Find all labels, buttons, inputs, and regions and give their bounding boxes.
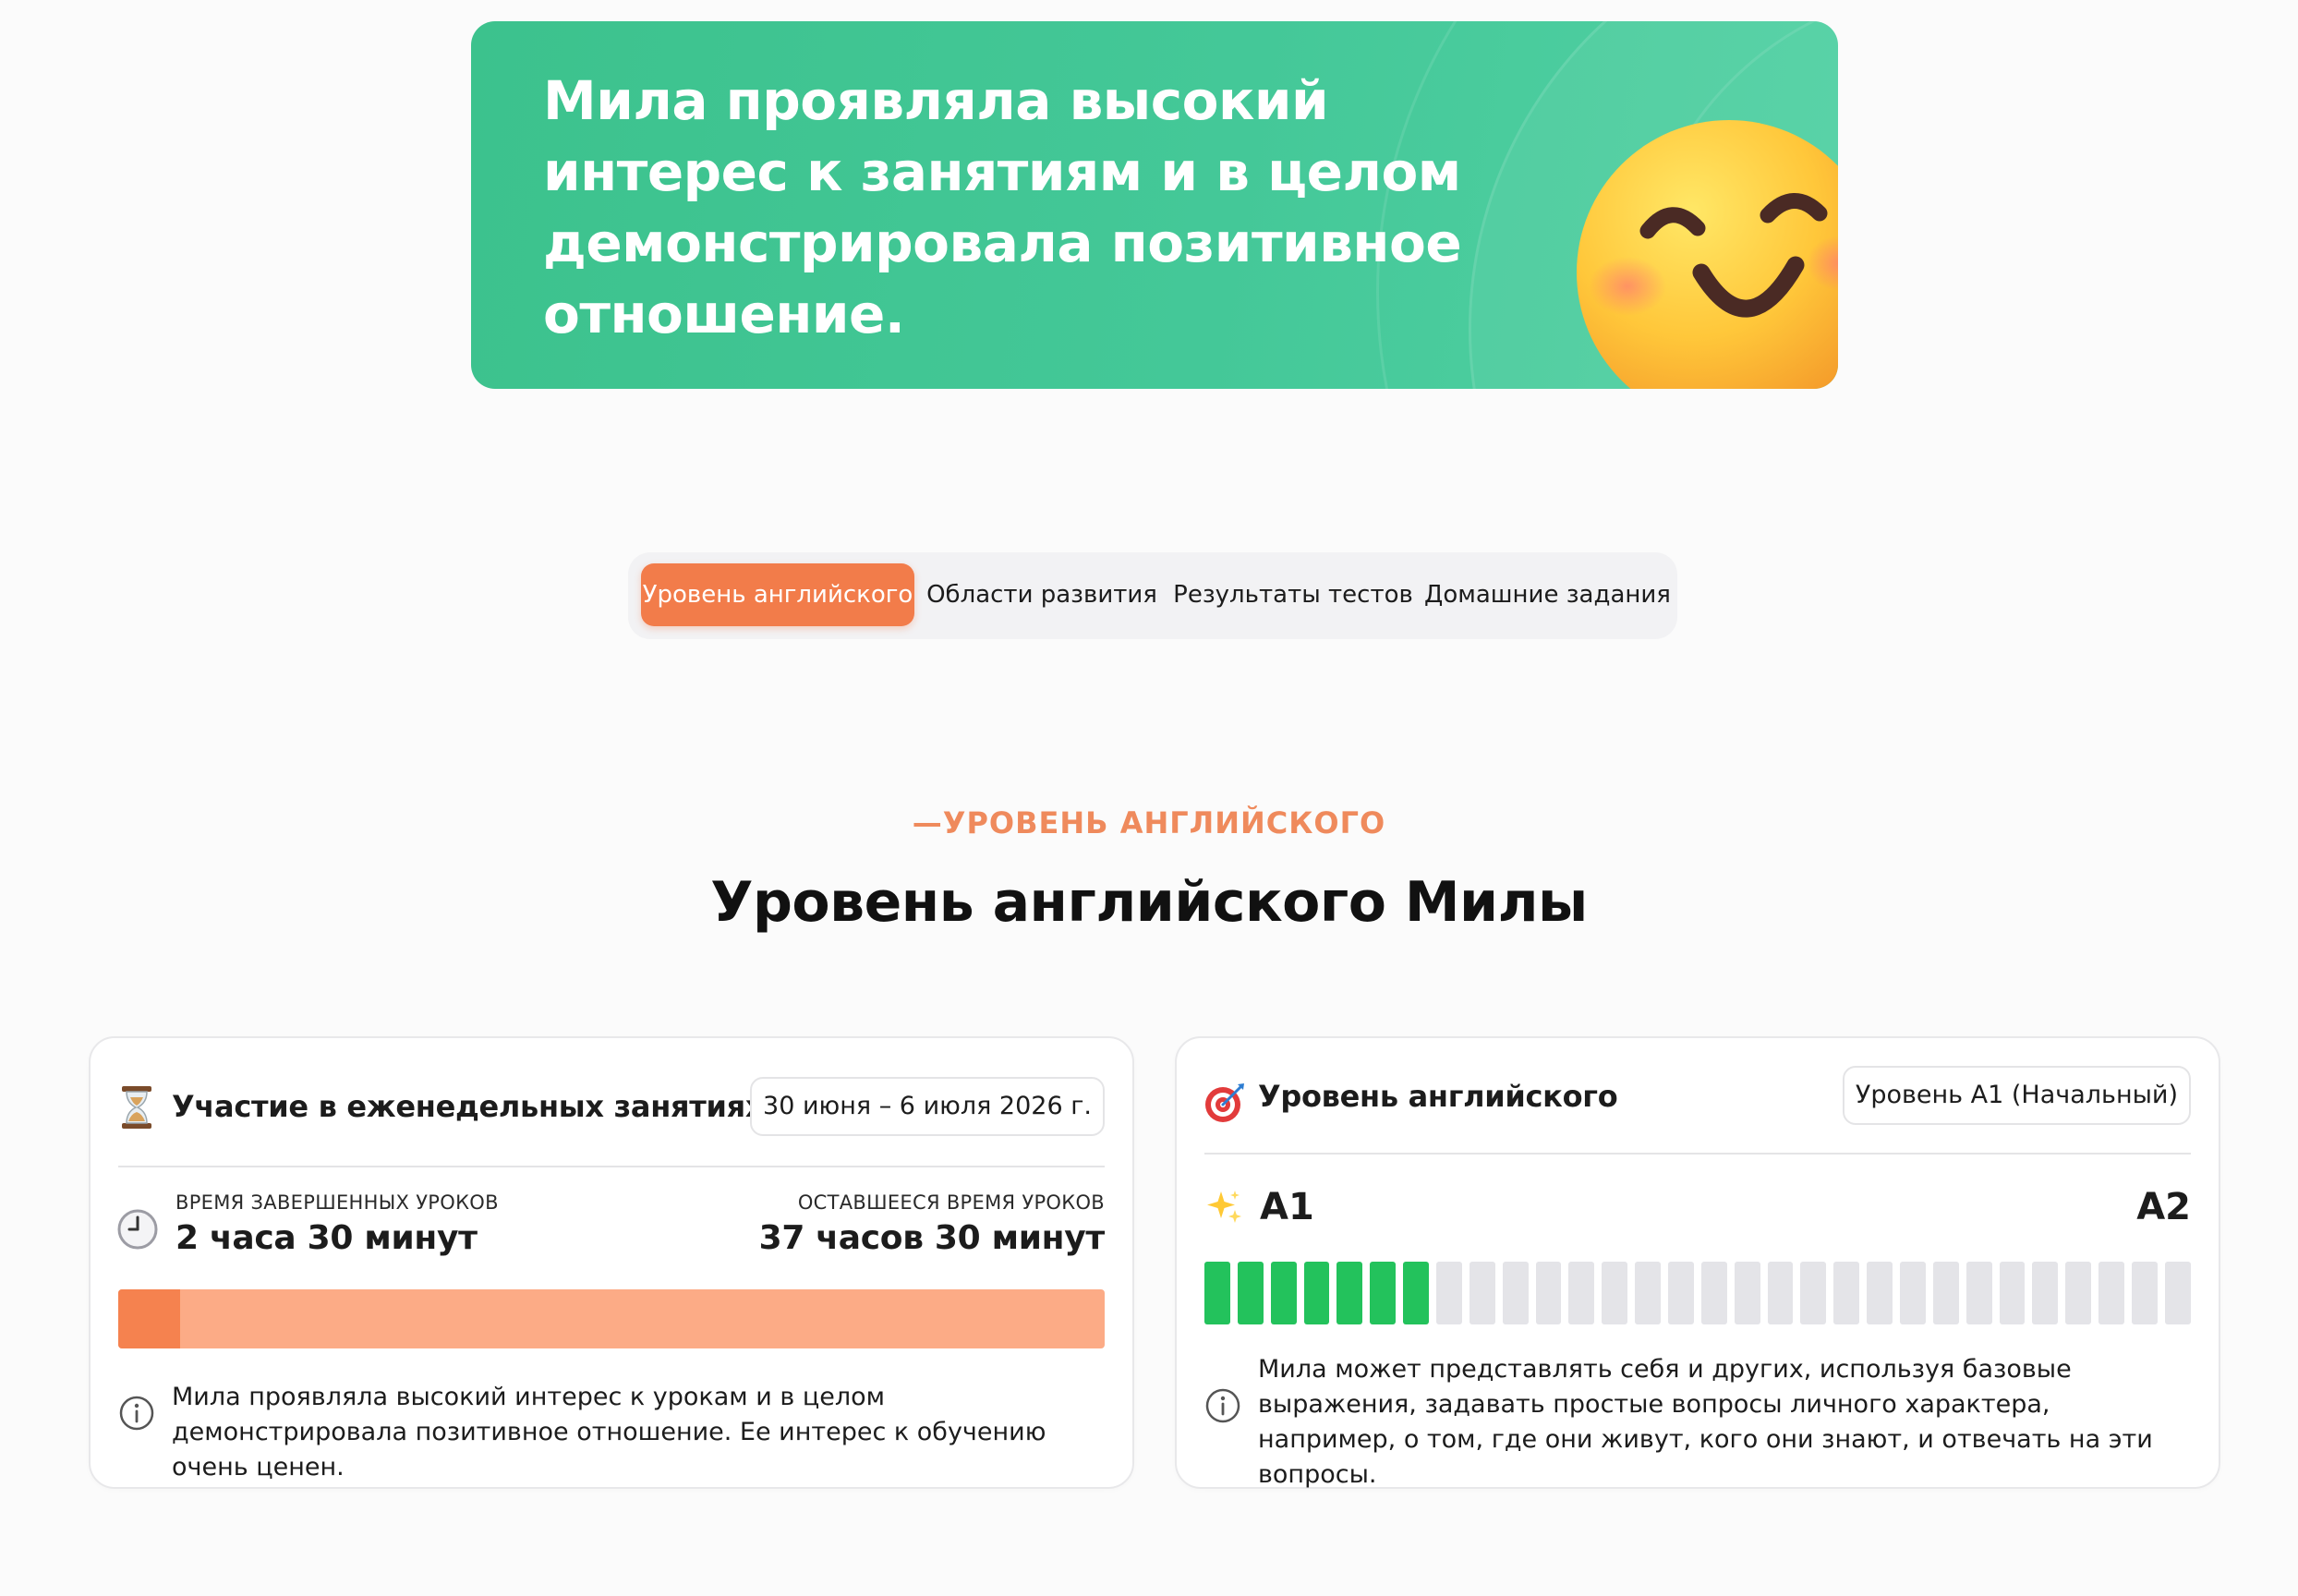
clock-icon — [117, 1209, 158, 1250]
level-segment-empty — [1436, 1262, 1462, 1324]
english-level-card: Уровень английского Уровень A1 (Начальны… — [1175, 1036, 2220, 1489]
tab-development-areas[interactable]: Области развития — [924, 563, 1160, 626]
level-segment-empty — [1900, 1262, 1926, 1324]
level-segment-empty — [1535, 1262, 1562, 1324]
info-icon — [119, 1396, 154, 1431]
hero-message: Мила проявляла высокий интерес к занятия… — [543, 69, 1462, 345]
card-divider — [118, 1166, 1105, 1167]
level-segment-empty — [1833, 1262, 1860, 1324]
level-segment-empty — [1602, 1262, 1628, 1324]
level-segment-filled — [1237, 1262, 1264, 1324]
level-segment-empty — [1668, 1262, 1694, 1324]
hero-banner: Мила проявляла высокий интерес к занятия… — [471, 21, 1838, 389]
level-badge[interactable]: Уровень A1 (Начальный) — [1842, 1066, 2191, 1125]
date-range-badge[interactable]: 30 июня – 6 июля 2026 г. — [750, 1077, 1105, 1136]
section-title: Уровень английского Милы — [710, 870, 1588, 935]
level-segment-empty — [1867, 1262, 1893, 1324]
level-segment-filled — [1204, 1262, 1230, 1324]
level-segment-filled — [1370, 1262, 1397, 1324]
progress-fill — [118, 1289, 180, 1348]
english-level-note: Мила может представлять себя и других, и… — [1258, 1355, 2153, 1489]
level-segment-empty — [1932, 1262, 1959, 1324]
level-segment-empty — [1568, 1262, 1595, 1324]
level-segment-empty — [1800, 1262, 1827, 1324]
level-segment-filled — [1403, 1262, 1430, 1324]
attendance-card: Участие в еженедельных занятиях 30 июня … — [89, 1036, 1134, 1489]
level-segment-empty — [2164, 1262, 2191, 1324]
tab-test-results[interactable]: Результаты тестов — [1173, 563, 1413, 626]
next-level-label: A2 — [2136, 1186, 2191, 1228]
level-segment-filled — [1336, 1262, 1363, 1324]
level-segment-empty — [1734, 1262, 1760, 1324]
level-segment-empty — [2098, 1262, 2125, 1324]
hourglass-icon — [122, 1086, 151, 1129]
level-segment-empty — [1502, 1262, 1529, 1324]
level-segment-empty — [1965, 1262, 1992, 1324]
section-tabs: Уровень английского Области развития Рез… — [628, 552, 1677, 639]
level-segment-empty — [2032, 1262, 2059, 1324]
level-segment-empty — [1700, 1262, 1727, 1324]
tab-english-level[interactable]: Уровень английского — [641, 563, 914, 626]
level-segment-filled — [1303, 1262, 1330, 1324]
english-level-card-title: Уровень английского — [1258, 1079, 1618, 1114]
tab-homework[interactable]: Домашние задания — [1424, 563, 1671, 626]
remaining-time-label: ОСТАВШЕЕСЯ ВРЕМЯ УРОКОВ — [797, 1191, 1105, 1214]
lesson-time-progress-bar — [118, 1289, 1105, 1348]
level-segment-filled — [1270, 1262, 1297, 1324]
level-segment-empty — [2065, 1262, 2092, 1324]
level-progress-segments — [1204, 1262, 2191, 1324]
level-segment-empty — [1999, 1262, 2026, 1324]
current-level-label: A1 — [1260, 1186, 1314, 1228]
remaining-time-value: 37 часов 30 минут — [758, 1219, 1106, 1257]
completed-time-label: ВРЕМЯ ЗАВЕРШЕННЫХ УРОКОВ — [175, 1191, 499, 1214]
smiling-face-emoji-icon — [1577, 120, 1838, 389]
level-segment-empty — [1469, 1262, 1495, 1324]
attendance-card-title: Участие в еженедельных занятиях — [172, 1089, 765, 1124]
level-segment-empty — [1635, 1262, 1662, 1324]
section-eyebrow: —УРОВЕНЬ АНГЛИЙСКОГО — [912, 805, 1386, 840]
card-divider — [1204, 1153, 2191, 1155]
info-icon — [1205, 1388, 1240, 1423]
sparkles-icon — [1207, 1191, 1241, 1223]
level-segment-empty — [2132, 1262, 2158, 1324]
attendance-note: Мила проявляла высокий интерес к урокам … — [172, 1383, 1046, 1481]
target-dart-icon — [1205, 1083, 1244, 1122]
completed-time-value: 2 часа 30 минут — [175, 1219, 478, 1257]
level-segment-empty — [1767, 1262, 1794, 1324]
